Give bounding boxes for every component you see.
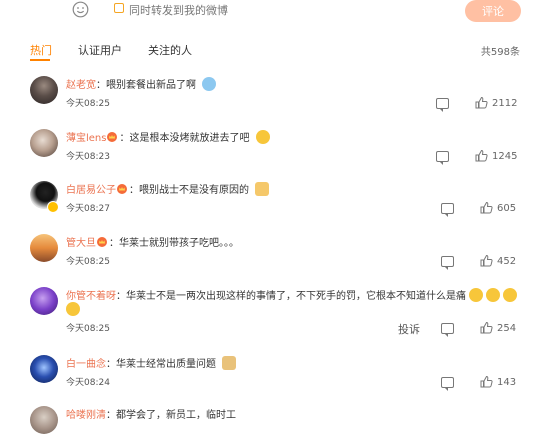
grin-emoji-icon <box>66 302 80 316</box>
report-button[interactable]: 投诉 <box>398 321 420 337</box>
crown-badge-icon <box>117 184 127 194</box>
thumbs-up-icon[interactable] <box>480 201 493 214</box>
grin-emoji-icon <box>486 288 500 302</box>
comment-time: 今天08:23 <box>66 152 110 162</box>
avatar[interactable] <box>30 287 58 315</box>
comment-time: 今天08:25 <box>66 324 110 334</box>
tab-verified-users[interactable]: 认证用户 <box>78 42 122 58</box>
like-count: 605 <box>497 203 517 214</box>
crown-badge-icon <box>107 132 118 142</box>
like-count: 254 <box>497 323 517 334</box>
crying-emoji-icon <box>202 77 217 91</box>
like-count: 143 <box>497 377 517 388</box>
comment-time: 今天08:24 <box>66 378 110 388</box>
comment-username[interactable]: 薄宝lens <box>66 133 106 144</box>
reply-icon[interactable] <box>441 203 454 217</box>
comment-text: 喂别战士不是没有原因的 <box>139 185 249 196</box>
grin-emoji-icon <box>503 288 517 302</box>
comment-username[interactable]: 你管不着呀 <box>66 291 116 302</box>
comment-time: 今天08:27 <box>66 204 110 214</box>
avatar[interactable] <box>30 129 58 157</box>
comment-time: 今天08:25 <box>66 99 110 109</box>
reply-icon[interactable] <box>441 256 454 270</box>
smiley-face-icon[interactable] <box>72 1 89 18</box>
thumbs-up-icon[interactable] <box>475 149 488 162</box>
like-count: 452 <box>497 256 517 267</box>
avatar[interactable] <box>30 234 58 262</box>
reply-icon[interactable] <box>441 323 454 337</box>
like-count: 1245 <box>492 151 518 162</box>
comment-text: 华莱士不是一两次出现这样的事情了，不下死手的罚，它根本不知道什么是痛 <box>126 291 466 302</box>
laughing-emoji-icon <box>255 130 270 144</box>
comment-text: 华莱士就别带孩子吃吧。。。 <box>119 238 239 249</box>
comment-text: 华莱士经常出质量问题 <box>116 359 216 370</box>
comment-count: 共598条 <box>480 47 520 58</box>
avatar[interactable] <box>30 355 58 383</box>
comment-text: 这是根本没烤就放进去了吧 <box>129 133 250 144</box>
comment-filter-tabs: 热门 认证用户 关注的人 共598条 <box>0 40 550 61</box>
active-tab-indicator <box>30 59 50 61</box>
hands-emoji-icon <box>222 356 237 370</box>
compose-bar: 同时转发到我的微博 评论 <box>0 0 550 22</box>
thumbs-up-icon[interactable] <box>480 375 493 388</box>
tab-hot[interactable]: 热门 <box>30 42 52 58</box>
thumbs-up-icon[interactable] <box>480 321 493 334</box>
comment-username[interactable]: 赵老宽 <box>66 80 96 91</box>
comment-text: 喂别套餐出新品了啊 <box>106 80 196 91</box>
crown-badge-icon <box>97 237 107 247</box>
comment-username[interactable]: 白居易公子 <box>66 185 116 196</box>
cat-emoji-icon <box>255 182 270 196</box>
verified-badge-icon <box>47 201 59 213</box>
like-count: 2112 <box>492 98 518 109</box>
thumbs-up-icon[interactable] <box>480 254 493 267</box>
comment-username[interactable]: 管大旦 <box>66 238 96 249</box>
comment-username[interactable]: 哈喽刚清 <box>66 410 106 421</box>
comment-text: 都学会了，新员工，临时工 <box>116 410 236 421</box>
repost-checkbox[interactable] <box>114 3 124 13</box>
thumbs-up-icon[interactable] <box>475 96 488 109</box>
reply-icon[interactable] <box>436 98 449 112</box>
repost-label: 同时转发到我的微博 <box>129 4 228 17</box>
submit-comment-button[interactable]: 评论 <box>465 0 521 22</box>
grin-emoji-icon <box>469 288 483 302</box>
avatar[interactable] <box>30 406 58 434</box>
tab-following[interactable]: 关注的人 <box>148 42 192 58</box>
avatar[interactable] <box>30 76 58 104</box>
reply-icon[interactable] <box>441 377 454 391</box>
comment-username[interactable]: 白一曲念 <box>66 359 106 370</box>
comment-time: 今天08:25 <box>66 257 110 267</box>
reply-icon[interactable] <box>436 151 449 165</box>
